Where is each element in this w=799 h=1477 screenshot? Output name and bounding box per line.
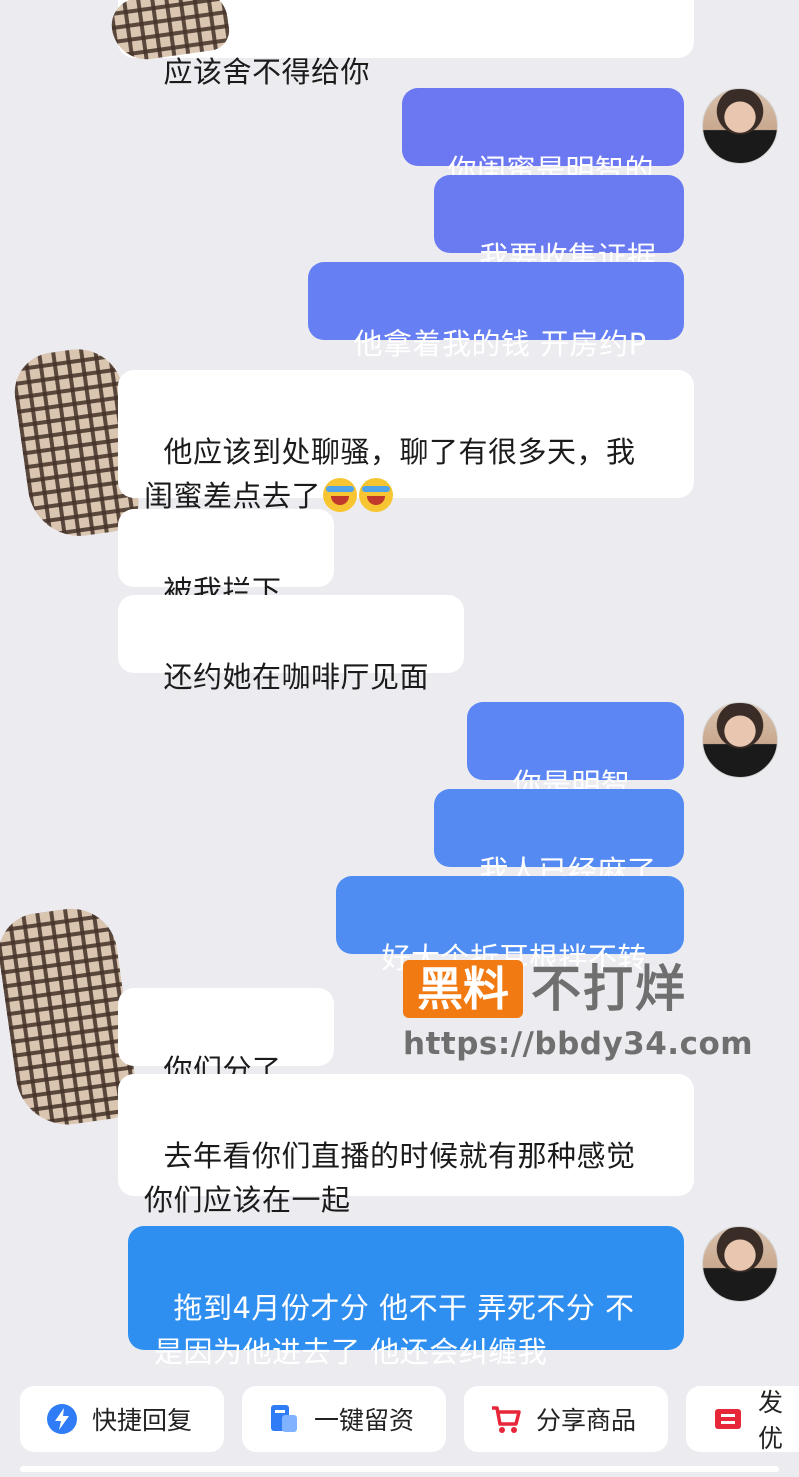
message-bubble-incoming: 他应该到处聊骚，聊了有很多天，我 闺蜜差点去了 [118,370,694,513]
user-avatar[interactable] [702,88,778,164]
form-icon [268,1403,300,1435]
user-avatar[interactable] [702,1226,778,1302]
crying-laughing-emoji-icon [359,478,394,512]
coupon-icon [712,1403,744,1435]
share-product-label: 分享商品 [536,1406,637,1435]
message-bubble-incoming: 你们分了吗 [118,988,334,1131]
quick-action-toolbar: 快捷回复 一键留资 分享商品 发优 [0,1378,799,1477]
message-bubble-outgoing: 我人已经麻了 [434,789,684,888]
quick-reply-button[interactable]: 快捷回复 [20,1386,224,1452]
send-coupon-button[interactable]: 发优 [686,1386,799,1453]
message-text: 他拿着我的钱 开房约P [353,327,647,361]
quick-reply-label: 快捷回复 [92,1406,193,1435]
send-coupon-label: 发优 [758,1388,784,1453]
message-bubble-incoming: 被我拦下了 [118,509,334,652]
watermark: 黑料 不打烊 https://bbdy34.com [403,956,753,1066]
shopping-cart-icon [490,1403,522,1435]
message-text: 还约她在咖啡厅见面 [163,660,429,694]
user-avatar[interactable] [702,702,778,778]
one-click-info-label: 一键留资 [314,1406,415,1435]
message-bubble-outgoing: 我要收集证据 [434,175,684,274]
share-product-button[interactable]: 分享商品 [464,1386,668,1452]
crying-laughing-emoji-icon [323,478,358,512]
message-bubble-outgoing: 你闺蜜是明智的 [402,88,684,187]
watermark-text: 不打烊 [531,960,687,1018]
message-bubble-outgoing: 拖到4月份才分 他不干 弄死不分 不 是因为他进去了 他还会纠缠我 [128,1226,684,1369]
message-text: 应该舍不得给你 [163,55,370,89]
lightning-icon [46,1403,78,1435]
message-text: 拖到4月份才分 他不干 弄死不分 不 是因为他进去了 他还会纠缠我 [154,1291,635,1369]
one-click-info-button[interactable]: 一键留资 [242,1386,446,1452]
watermark-logo-box: 黑料 [403,960,523,1018]
message-bubble-outgoing: 你是明智的 [467,702,684,845]
message-bubble-outgoing: 好大个折耳根拌不转 [336,876,684,975]
message-bubble-outgoing: 他拿着我的钱 开房约P [308,262,684,361]
message-bubble-incoming: 去年看你们直播的时候就有那种感觉 你们应该在一起 [118,1074,694,1217]
message-bubble-incoming: 还约她在咖啡厅见面 [118,595,464,694]
message-text: 去年看你们直播的时候就有那种感觉 你们应该在一起 [144,1139,636,1217]
watermark-url: https://bbdy34.com [403,1026,754,1062]
input-bar-edge [20,1466,779,1472]
